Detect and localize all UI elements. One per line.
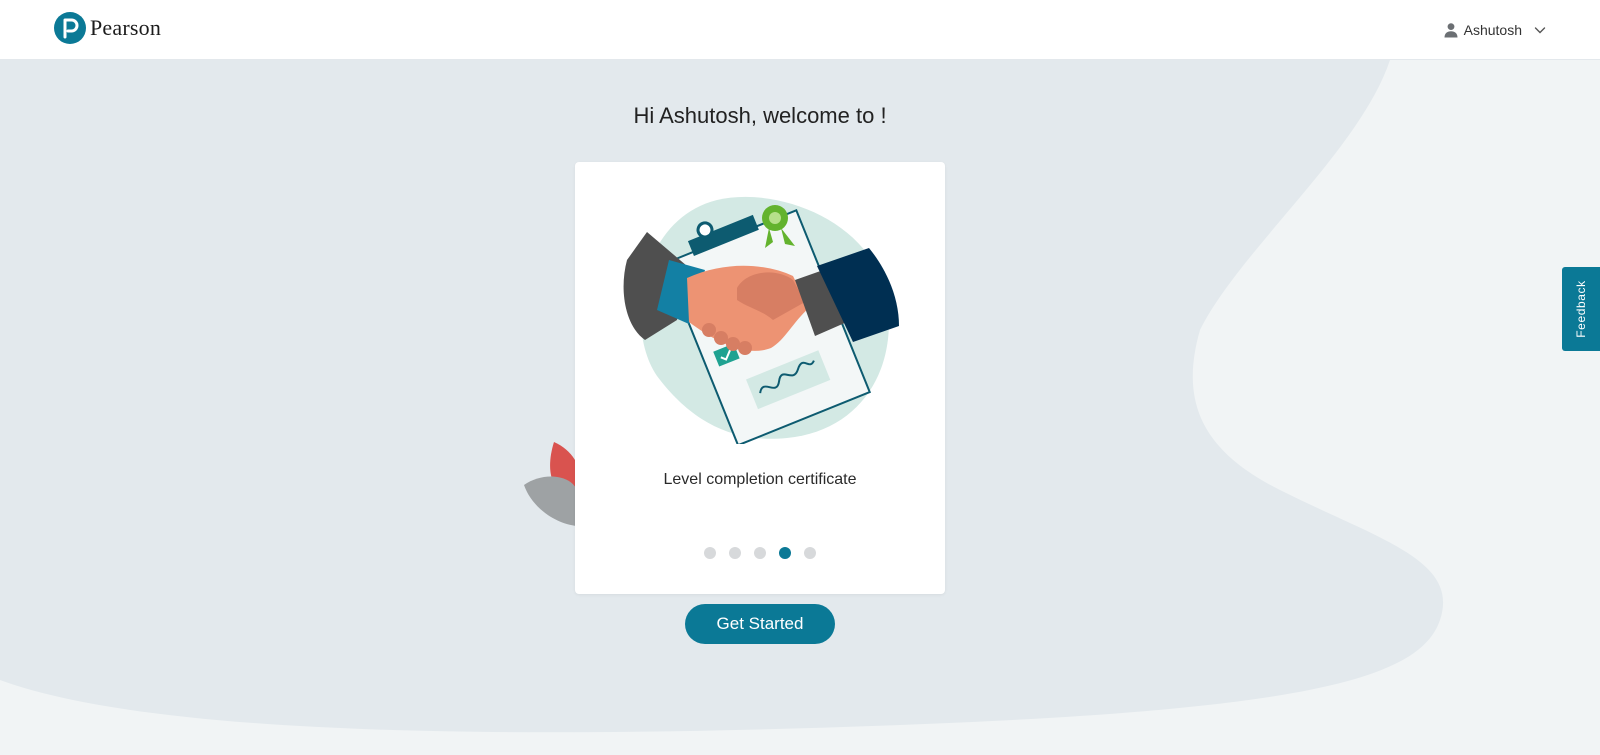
user-name: Ashutosh [1463,22,1522,38]
welcome-heading: Hi Ashutosh, welcome to ! [633,103,887,128]
carousel-dot-1[interactable] [704,547,716,559]
pearson-logo-icon [54,12,86,44]
carousel-dot-2[interactable] [729,547,741,559]
chevron-down-icon[interactable] [1534,24,1546,36]
decorative-leaf-icon [524,442,582,526]
onboarding-card: Level completion certificate [575,162,945,594]
get-started-button[interactable]: Get Started [685,604,835,644]
carousel-dot-4[interactable] [779,547,791,559]
pearson-logo[interactable]: Pearson [54,10,161,46]
carousel-pagination [575,547,945,559]
carousel-dot-3[interactable] [754,547,766,559]
feedback-tab[interactable]: Feedback [1562,267,1600,351]
handshake-certificate-illustration [623,196,899,444]
feedback-label: Feedback [1574,280,1588,338]
user-icon [1444,23,1458,38]
slide-caption: Level completion certificate [663,471,857,488]
top-header: Pearson Ashutosh [0,0,1600,60]
user-menu[interactable]: Ashutosh [1443,22,1546,38]
carousel-dot-5[interactable] [804,547,816,559]
brand-name: Pearson [90,15,162,40]
